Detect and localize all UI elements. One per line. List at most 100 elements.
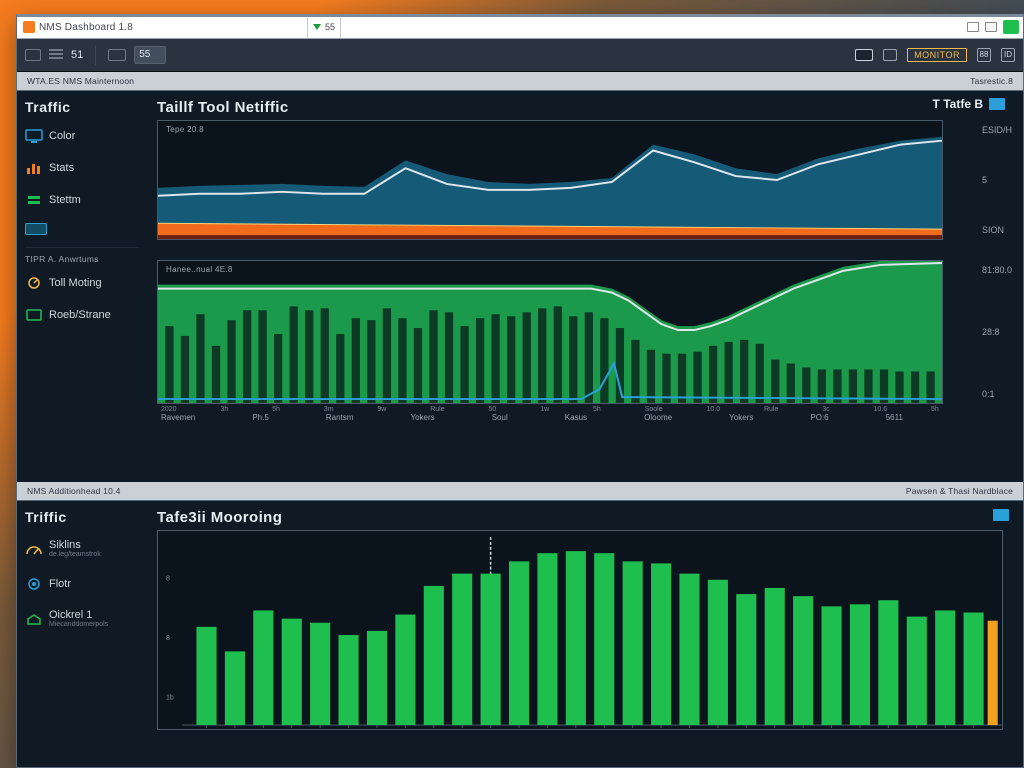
svg-text:8: 8 <box>166 635 170 642</box>
sidebar-top: Traffic Color Stats Stettm TIPR A. Anwrt… <box>17 91 147 482</box>
grid-icon[interactable] <box>883 49 897 61</box>
monitor-badge[interactable]: MONITOR <box>907 48 967 62</box>
monitor-icon <box>25 129 43 143</box>
chevron-down-icon <box>313 24 321 30</box>
chart-bar-bottom[interactable]: 8 8 1b <box>157 530 1003 730</box>
y-axis: 8 8 1b <box>166 576 174 702</box>
nav-stats[interactable]: Stats <box>25 155 139 181</box>
window-icon[interactable] <box>108 49 126 61</box>
nav-label: Oickrel 1 <box>49 610 108 621</box>
strip-mid-right: Pawsen & Thasi Nardblace <box>906 486 1013 496</box>
panel-traffic: Traffic Color Stats Stettm TIPR A. Anwrt… <box>17 91 1023 482</box>
strip-top: WTA.ES NMS Mainternoon Tasrestic.8 <box>17 72 1023 92</box>
nav-color[interactable]: Color <box>25 123 139 149</box>
x-tick: Rule <box>764 406 778 413</box>
app-window: NMS Dashboard 1.8 55 51 MONITOR 88 ID <box>16 14 1024 768</box>
target-icon <box>25 577 43 591</box>
panel-title: Taillf Tool Netiffic <box>147 91 1023 120</box>
corner-chip-icon <box>993 509 1009 521</box>
nav-oickrel[interactable]: Oickrel 1 Miecanddomerpols <box>25 603 139 635</box>
nav-tool-monitoring[interactable]: Toll Moting <box>25 270 139 296</box>
restore-icon[interactable] <box>985 22 997 32</box>
tabs-icon[interactable] <box>25 49 41 61</box>
x-tick: 3h <box>220 406 228 413</box>
chart-svg <box>158 121 942 239</box>
nav-sublabel: de.leg/teamstrok <box>49 551 101 558</box>
nav-settings[interactable]: Stettm <box>25 187 139 213</box>
chart-subtitle: Tepe 20.8 <box>166 125 204 134</box>
nav-label: Flotr <box>49 578 71 590</box>
ylabel: ESID/H <box>982 125 1012 135</box>
panel-monitoring: Triffic Siklins de.leg/teamstrok Flotr O… <box>17 501 1023 767</box>
badge-a[interactable]: 88 <box>977 48 991 62</box>
panel-title: Tafe3ii Mooroing <box>147 501 1023 530</box>
content-top: Taillf Tool Netiffic T Tatfe B Tepe 20.8… <box>147 91 1023 482</box>
section-label: TIPR A. Anwrtums <box>25 247 139 264</box>
x-tick: 5h <box>931 406 939 413</box>
window-title: NMS Dashboard 1.8 <box>39 22 967 33</box>
status-pill-icon[interactable] <box>1003 20 1019 34</box>
x-tick: 10.6 <box>874 406 888 413</box>
corner-chip-icon <box>989 98 1005 110</box>
stream-icon <box>25 308 43 322</box>
zoom-input[interactable] <box>134 46 166 64</box>
app-logo-icon <box>23 21 35 33</box>
x-group: Yokers <box>410 413 434 422</box>
chip-indicator[interactable] <box>25 223 47 235</box>
tool-icon <box>25 276 43 290</box>
min-icon[interactable] <box>967 22 979 32</box>
x-group: Kasus <box>565 413 587 422</box>
strip-mid-left: NMS Additionhead 10.4 <box>27 486 121 496</box>
x-tick: 1w <box>540 406 549 413</box>
settings-icon <box>25 193 43 207</box>
home-icon <box>25 612 43 626</box>
corner-title-text: T Tatfe B <box>933 97 983 111</box>
chart-area-top[interactable]: Tepe 20.8 ESID/H 5 SION <box>157 120 943 240</box>
sidebar-bot: Triffic Siklins de.leg/teamstrok Flotr O… <box>17 501 147 767</box>
nav-label: Stettm <box>49 194 81 206</box>
nav-sublabel: Miecanddomerpols <box>49 621 108 628</box>
x-tick: 50 <box>489 406 497 413</box>
strip-mid: NMS Additionhead 10.4 Pawsen & Thasi Nar… <box>17 482 1023 502</box>
y-labels-b: 81:80.0 28:8 0:1 <box>982 261 1012 403</box>
chart-svg: 8 8 1b <box>158 531 1002 729</box>
sidebar-title: Triffic <box>25 509 139 525</box>
ylabel: SION <box>982 225 1012 235</box>
corner-title: T Tatfe B <box>933 97 1005 111</box>
nav-stream[interactable]: Roeb/Strane <box>25 302 139 328</box>
stats-icon <box>25 161 43 175</box>
url-field[interactable]: 51 <box>71 49 83 61</box>
content-bot: Tafe3ii Mooroing 8 8 1b <box>147 501 1023 767</box>
x-tick: 5h <box>272 406 280 413</box>
strip-top-left: WTA.ES NMS Mainternoon <box>27 76 134 86</box>
ylabel: 5 <box>982 175 1012 185</box>
badge-b[interactable]: ID <box>1001 48 1015 62</box>
x-tick: 3m <box>324 406 334 413</box>
separator <box>95 45 96 65</box>
x-tick: 3c <box>822 406 829 413</box>
x-tick: 9w <box>377 406 386 413</box>
x-group: Rantsm <box>326 413 354 422</box>
sidebar-title: Traffic <box>25 99 139 115</box>
screen-icon[interactable] <box>855 49 873 61</box>
chart-svg <box>158 261 942 403</box>
list-icon[interactable] <box>49 49 63 61</box>
x-tick: 2020 <box>161 406 177 413</box>
x-group: Oloome <box>644 413 672 422</box>
svg-text:1b: 1b <box>166 695 174 702</box>
nav-label: Siklins <box>49 540 101 551</box>
nav-siklins[interactable]: Siklins de.leg/teamstrok <box>25 533 139 565</box>
chart-area-mid[interactable]: Hanee..nual 4E.8 81:80.0 28:8 0:1 <box>157 260 943 404</box>
x-tick: 5h <box>593 406 601 413</box>
ylabel: 28:8 <box>982 327 1012 337</box>
x-tick: Rule <box>430 406 444 413</box>
toolbar: 51 MONITOR 88 ID <box>17 39 1023 72</box>
dropdown-label: 55 <box>325 22 335 32</box>
corner-chip <box>993 509 1009 521</box>
x-group: Yokers <box>729 413 753 422</box>
x-tick: Soole <box>645 406 663 413</box>
y-labels-a: ESID/H 5 SION <box>982 121 1012 239</box>
nav-flotr[interactable]: Flotr <box>25 571 139 597</box>
dropdown-marker[interactable]: 55 <box>307 17 341 38</box>
x-group: 5611 <box>886 413 903 422</box>
